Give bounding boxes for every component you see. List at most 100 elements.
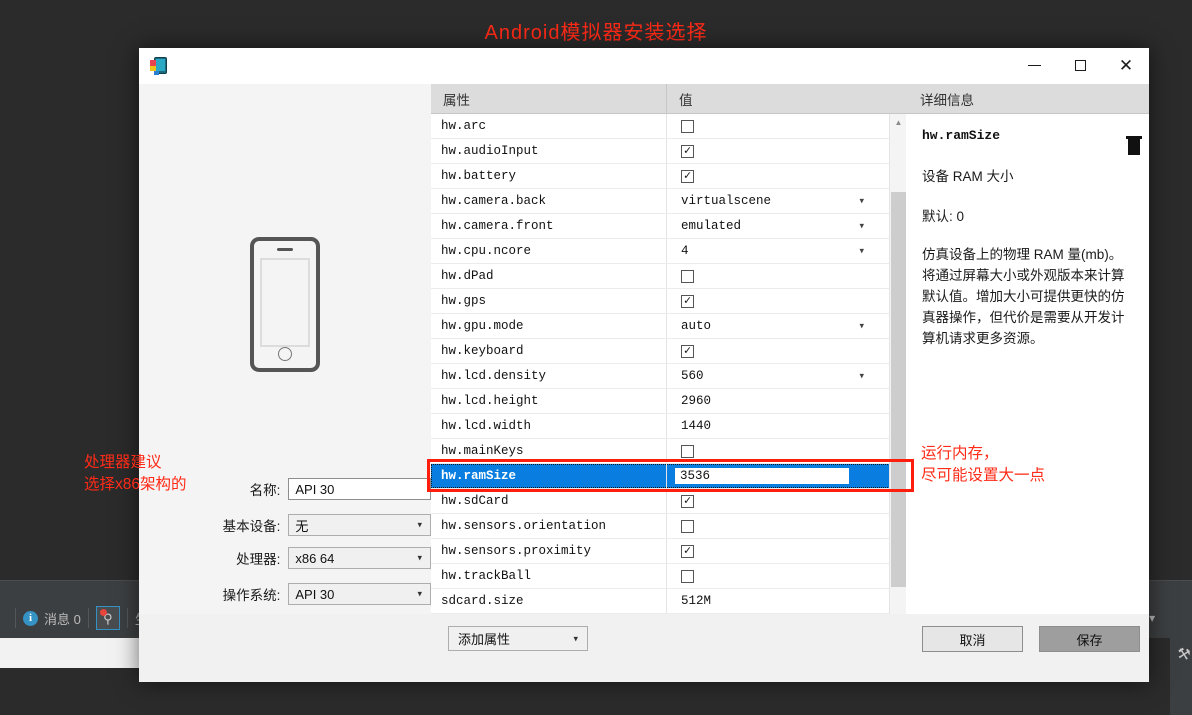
property-key-cell: hw.ramSize [431, 464, 667, 488]
minimize-button[interactable] [1011, 48, 1057, 83]
dialog-body: 名称: API 30 基本设备: 无 ▾ 处理器: x86 64 ▾ 操作系统: [139, 84, 1149, 682]
table-row[interactable]: hw.camera.backvirtualscene▾ [431, 189, 906, 214]
property-value-cell[interactable]: 512M [667, 589, 906, 613]
chevron-down-icon[interactable]: ▾ [1149, 611, 1155, 625]
property-value-cell[interactable]: 3536 [667, 464, 906, 488]
checkbox-icon[interactable] [681, 520, 694, 533]
property-value-cell[interactable] [667, 339, 906, 363]
chevron-down-icon[interactable]: ▾ [859, 246, 864, 257]
property-value-cell[interactable]: 4▾ [667, 239, 906, 263]
property-value-cell[interactable] [667, 539, 906, 563]
status-divider [127, 608, 128, 628]
table-vertical-scrollbar[interactable]: ▲ ▼ [889, 114, 906, 644]
property-value-cell[interactable]: 2960 [667, 389, 906, 413]
table-row[interactable]: hw.sdCard [431, 489, 906, 514]
table-row[interactable]: sdcard.size512M [431, 589, 906, 614]
table-row[interactable]: hw.sensors.orientation [431, 514, 906, 539]
table-row[interactable]: hw.lcd.height2960 [431, 389, 906, 414]
checkbox-icon[interactable] [681, 345, 694, 358]
checkbox-icon[interactable] [681, 270, 694, 283]
scrollbar-thumb[interactable] [891, 192, 906, 587]
table-row[interactable]: hw.lcd.width1440 [431, 414, 906, 439]
column-header-property: 属性 [431, 84, 667, 113]
notification-dot-icon [100, 609, 107, 616]
property-value-cell[interactable] [667, 289, 906, 313]
property-value-cell[interactable]: 560▾ [667, 364, 906, 388]
table-scroll-area[interactable]: hw.archw.audioInputhw.batteryhw.camera.b… [431, 114, 906, 644]
checkbox-icon[interactable] [681, 570, 694, 583]
dialog-title-bar[interactable]: ✕ [139, 48, 1149, 84]
status-messages[interactable]: i 消息 0 [23, 609, 81, 628]
status-bar-left-group: i 消息 0 ⚲ 生 [0, 598, 148, 638]
property-value-cell[interactable] [667, 439, 906, 463]
add-property-select[interactable]: 添加属性 ▾ [448, 626, 588, 651]
os-select[interactable]: API 30 ▾ [288, 583, 431, 605]
table-row[interactable]: hw.sensors.proximity [431, 539, 906, 564]
property-value-text: auto [681, 319, 711, 333]
property-value-cell[interactable]: 1440 [667, 414, 906, 438]
table-row[interactable]: hw.dPad [431, 264, 906, 289]
checkbox-icon[interactable] [681, 495, 694, 508]
table-row[interactable]: hw.battery [431, 164, 906, 189]
processor-select[interactable]: x86 64 ▾ [288, 547, 431, 569]
property-key-cell: hw.battery [431, 164, 667, 188]
notification-pin-button[interactable]: ⚲ [96, 606, 120, 630]
property-value-text: 4 [681, 244, 689, 258]
property-value-cell[interactable] [667, 114, 906, 138]
base-device-select[interactable]: 无 ▾ [288, 514, 431, 536]
checkbox-icon[interactable] [681, 170, 694, 183]
property-value-cell[interactable] [667, 264, 906, 288]
table-row[interactable]: hw.gps [431, 289, 906, 314]
chevron-down-icon[interactable]: ▾ [859, 321, 864, 332]
trash-icon[interactable] [1125, 136, 1143, 156]
property-value-text: 1440 [681, 419, 711, 433]
column-header-value: 值 [667, 84, 906, 113]
cpu-annotation-note: 处理器建议 选择x86架构的 [84, 452, 187, 497]
maximize-button[interactable] [1057, 48, 1103, 83]
property-key-cell: hw.trackBall [431, 564, 667, 588]
property-value-text: 512M [681, 594, 711, 608]
table-row[interactable]: hw.audioInput [431, 139, 906, 164]
property-value-cell[interactable] [667, 489, 906, 513]
table-row[interactable]: hw.lcd.density560▾ [431, 364, 906, 389]
detail-pane-content: hw.ramSize 设备 RAM 大小 默认: 0 仿真设备上的物理 RAM … [906, 114, 1149, 350]
chevron-down-icon[interactable]: ▾ [859, 371, 864, 382]
table-row[interactable]: hw.camera.frontemulated▾ [431, 214, 906, 239]
checkbox-icon[interactable] [681, 145, 694, 158]
property-detail-pane: 详细信息 hw.ramSize 设备 RAM 大小 默认: 0 仿真设备上的物理… [906, 84, 1149, 682]
property-value-cell[interactable]: virtualscene▾ [667, 189, 906, 213]
cancel-button[interactable]: 取消 [922, 626, 1023, 652]
field-row-base-device: 基本设备: 无 ▾ [139, 514, 431, 536]
property-value-cell[interactable] [667, 139, 906, 163]
table-row[interactable]: hw.mainKeys [431, 439, 906, 464]
minimize-icon [1028, 65, 1041, 66]
save-button[interactable]: 保存 [1039, 626, 1140, 652]
dialog-footer: 添加属性 ▾ 取消 保存 [139, 614, 1149, 682]
property-value-cell[interactable] [667, 164, 906, 188]
property-value-cell[interactable] [667, 514, 906, 538]
scroll-up-icon[interactable]: ▲ [890, 114, 907, 131]
property-value-cell[interactable]: emulated▾ [667, 214, 906, 238]
table-row[interactable]: hw.trackBall [431, 564, 906, 589]
property-value-cell[interactable]: auto ▾ [667, 314, 906, 338]
checkbox-icon[interactable] [681, 295, 694, 308]
status-messages-label: 消息 0 [44, 609, 81, 628]
close-button[interactable]: ✕ [1103, 48, 1149, 83]
property-value-input[interactable]: 3536 [674, 467, 850, 485]
checkbox-icon[interactable] [681, 445, 694, 458]
base-device-label: 基本设备: [139, 515, 288, 535]
checkbox-icon[interactable] [681, 545, 694, 558]
base-device-value: 无 [295, 516, 308, 535]
detail-description: 设备 RAM 大小 [922, 165, 1133, 185]
table-row[interactable]: hw.gpu.modeauto▾ [431, 314, 906, 339]
table-row[interactable]: hw.keyboard [431, 339, 906, 364]
checkbox-icon[interactable] [681, 120, 694, 133]
table-row[interactable]: hw.arc [431, 114, 906, 139]
table-row[interactable]: hw.ramSize 3536 [431, 464, 906, 489]
info-icon: i [23, 611, 38, 626]
name-input[interactable]: API 30 [288, 478, 431, 500]
chevron-down-icon[interactable]: ▾ [859, 196, 864, 207]
property-value-cell[interactable] [667, 564, 906, 588]
chevron-down-icon[interactable]: ▾ [859, 221, 864, 232]
table-row[interactable]: hw.cpu.ncore4▾ [431, 239, 906, 264]
